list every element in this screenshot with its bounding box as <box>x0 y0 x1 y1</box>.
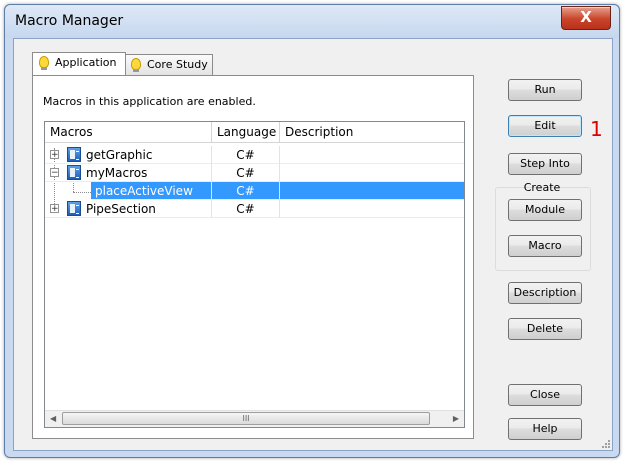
macro-name-cell: placeActiveView <box>91 182 212 200</box>
grid-header: Macros Language Description <box>45 122 464 143</box>
tab-core-study-label: Core Study <box>147 58 208 71</box>
macro-name-cell: + getGraphic <box>45 146 212 164</box>
scroll-right-icon[interactable]: ▶ <box>453 414 459 423</box>
help-button[interactable]: Help <box>508 418 582 440</box>
macro-name-cell: − myMacros <box>45 164 212 182</box>
macro-name: myMacros <box>86 166 148 180</box>
resize-grip-icon[interactable] <box>600 438 610 448</box>
table-row[interactable]: + PipeSection C# <box>45 200 464 218</box>
column-header-macros[interactable]: Macros <box>45 122 212 142</box>
column-header-language[interactable]: Language <box>212 122 280 142</box>
dialog-client-area: Application Core Study Macros in this ap… <box>13 38 613 451</box>
column-header-description[interactable]: Description <box>280 122 464 142</box>
language-cell: C# <box>212 182 280 200</box>
lightbulb-icon <box>131 58 141 72</box>
scrollbar-thumb[interactable]: III <box>62 412 430 425</box>
window-title: Macro Manager <box>15 13 124 29</box>
language-cell: C# <box>212 146 280 164</box>
step-into-button[interactable]: Step Into <box>508 153 582 175</box>
close-button[interactable]: Close <box>508 384 582 406</box>
tab-application-label: Application <box>55 56 117 69</box>
table-row[interactable]: − myMacros C# <box>45 164 464 182</box>
table-row[interactable]: + getGraphic C# <box>45 146 464 164</box>
window-close-button[interactable]: X <box>561 6 611 30</box>
create-module-button[interactable]: Module <box>508 199 582 221</box>
table-row-selected[interactable]: placeActiveView C# <box>45 182 464 200</box>
scroll-left-icon[interactable]: ◀ <box>50 414 56 423</box>
expand-icon[interactable]: + <box>50 150 59 160</box>
language-cell: C# <box>212 200 280 218</box>
create-macro-button[interactable]: Macro <box>508 235 582 257</box>
macro-name: placeActiveView <box>95 184 193 198</box>
expand-icon[interactable]: + <box>50 204 59 214</box>
tab-panel-application: Macros in this application are enabled. … <box>32 75 474 439</box>
annotation-number: 1 <box>590 117 603 141</box>
title-bar[interactable]: Macro Manager X <box>5 5 619 38</box>
macro-name-cell: + PipeSection <box>45 200 212 218</box>
edit-button[interactable]: Edit <box>508 115 582 137</box>
tab-core-study[interactable]: Core Study <box>124 54 213 75</box>
run-button[interactable]: Run <box>508 79 582 101</box>
macros-enabled-text: Macros in this application are enabled. <box>43 95 256 108</box>
module-icon <box>67 147 81 162</box>
description-cell <box>280 146 464 164</box>
description-cell <box>280 182 464 200</box>
module-icon <box>67 201 81 216</box>
description-cell <box>280 164 464 182</box>
create-group-label: Create <box>523 181 561 194</box>
collapse-icon[interactable]: − <box>50 168 59 178</box>
macro-name: PipeSection <box>86 202 156 216</box>
macro-manager-window: Macro Manager X Application Core Study M… <box>4 4 620 458</box>
macros-grid[interactable]: Macros Language Description + getGraphic… <box>44 121 465 428</box>
delete-button[interactable]: Delete <box>508 318 582 340</box>
lightbulb-icon <box>39 56 49 70</box>
language-cell: C# <box>212 164 280 182</box>
description-button[interactable]: Description <box>508 282 582 304</box>
description-cell <box>280 200 464 218</box>
tab-application[interactable]: Application <box>32 52 126 75</box>
horizontal-scrollbar[interactable]: ◀ III ▶ <box>45 410 464 427</box>
macro-name: getGraphic <box>86 148 153 162</box>
module-icon <box>67 165 81 180</box>
